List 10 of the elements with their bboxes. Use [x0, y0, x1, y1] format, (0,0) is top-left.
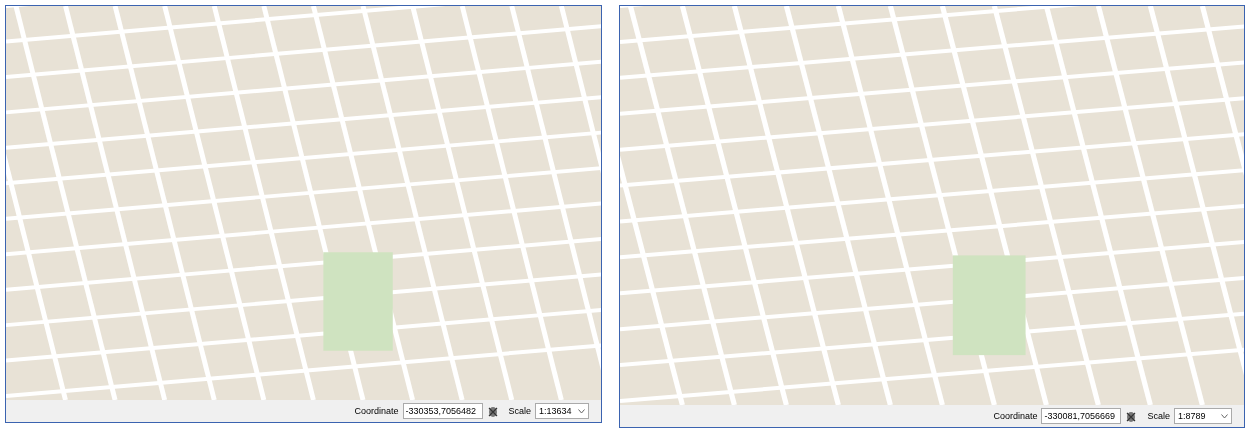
scale-label: Scale	[508, 406, 532, 416]
scale-dropdown[interactable]: 1:8789	[1174, 408, 1232, 424]
coordinate-field[interactable]: -330081,7056669	[1041, 408, 1122, 424]
scale-label: Scale	[1147, 411, 1170, 421]
coordinate-label: Coordinate	[354, 406, 399, 416]
coordinate-field[interactable]: -330353,7056482	[402, 403, 483, 419]
caret-icon	[1221, 413, 1228, 419]
scale-dropdown[interactable]: 1:13634	[535, 403, 590, 419]
caret-icon	[578, 408, 586, 414]
coordinate-label: Coordinate	[993, 411, 1038, 421]
